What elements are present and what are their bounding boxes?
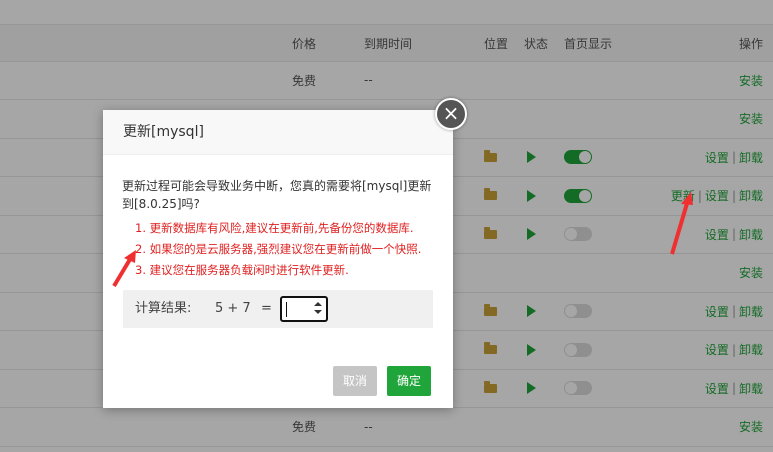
text-cursor xyxy=(286,302,287,317)
update-dialog: 更新[mysql] 更新过程可能会导致业务中断，您真的需要将[mysql]更新到… xyxy=(103,110,453,408)
annotation-arrow-right xyxy=(670,192,693,255)
calc-answer-input[interactable] xyxy=(280,296,328,322)
cancel-button[interactable]: 取消 xyxy=(333,366,378,396)
spinner-up-icon[interactable] xyxy=(314,302,322,306)
dialog-message: 更新过程可能会导致业务中断，您真的需要将[mysql]更新到[8.0.25]吗? xyxy=(122,179,432,211)
dialog-title: 更新[mysql] xyxy=(103,110,453,155)
close-icon[interactable]: × xyxy=(435,98,467,130)
number-spinner[interactable] xyxy=(312,299,324,319)
confirm-button[interactable]: 确定 xyxy=(387,366,432,396)
calc-label: 计算结果: xyxy=(135,301,192,316)
captcha-box: 计算结果: 5 + 7 = xyxy=(123,290,433,328)
warning-3: 3. 建议您在服务器负载闲时进行软件更新. xyxy=(135,263,349,277)
dialog-footer: 取消 确定 xyxy=(103,366,453,408)
spinner-down-icon[interactable] xyxy=(314,310,322,314)
calc-equals: = xyxy=(261,301,272,316)
calc-expression: 5 + 7 xyxy=(215,301,251,316)
warning-1: 1. 更新数据库有风险,建议在更新前,先备份您的数据库. xyxy=(135,221,414,235)
warning-2: 2. 如果您的是云服务器,强烈建议您在更新前做一个快照. xyxy=(135,242,422,256)
annotation-arrow-left xyxy=(112,250,136,288)
